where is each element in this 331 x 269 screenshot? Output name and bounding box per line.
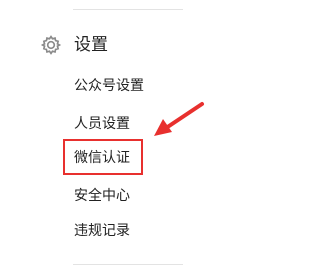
top-divider (73, 9, 183, 10)
menu-item-violation-records[interactable]: 违规记录 (74, 221, 130, 241)
arrow-pointer-icon (154, 102, 204, 136)
menu-item-official-account-settings[interactable]: 公众号设置 (74, 76, 144, 96)
menu-item-personnel-settings[interactable]: 人员设置 (74, 114, 130, 134)
settings-sidebar: 设置 公众号设置 人员设置 微信认证 安全中心 违规记录 (0, 0, 331, 269)
gear-icon (40, 35, 62, 55)
highlight-box (63, 139, 143, 175)
bottom-divider (73, 264, 183, 265)
section-title-settings: 设置 (74, 35, 108, 55)
menu-item-security-center[interactable]: 安全中心 (74, 186, 130, 206)
